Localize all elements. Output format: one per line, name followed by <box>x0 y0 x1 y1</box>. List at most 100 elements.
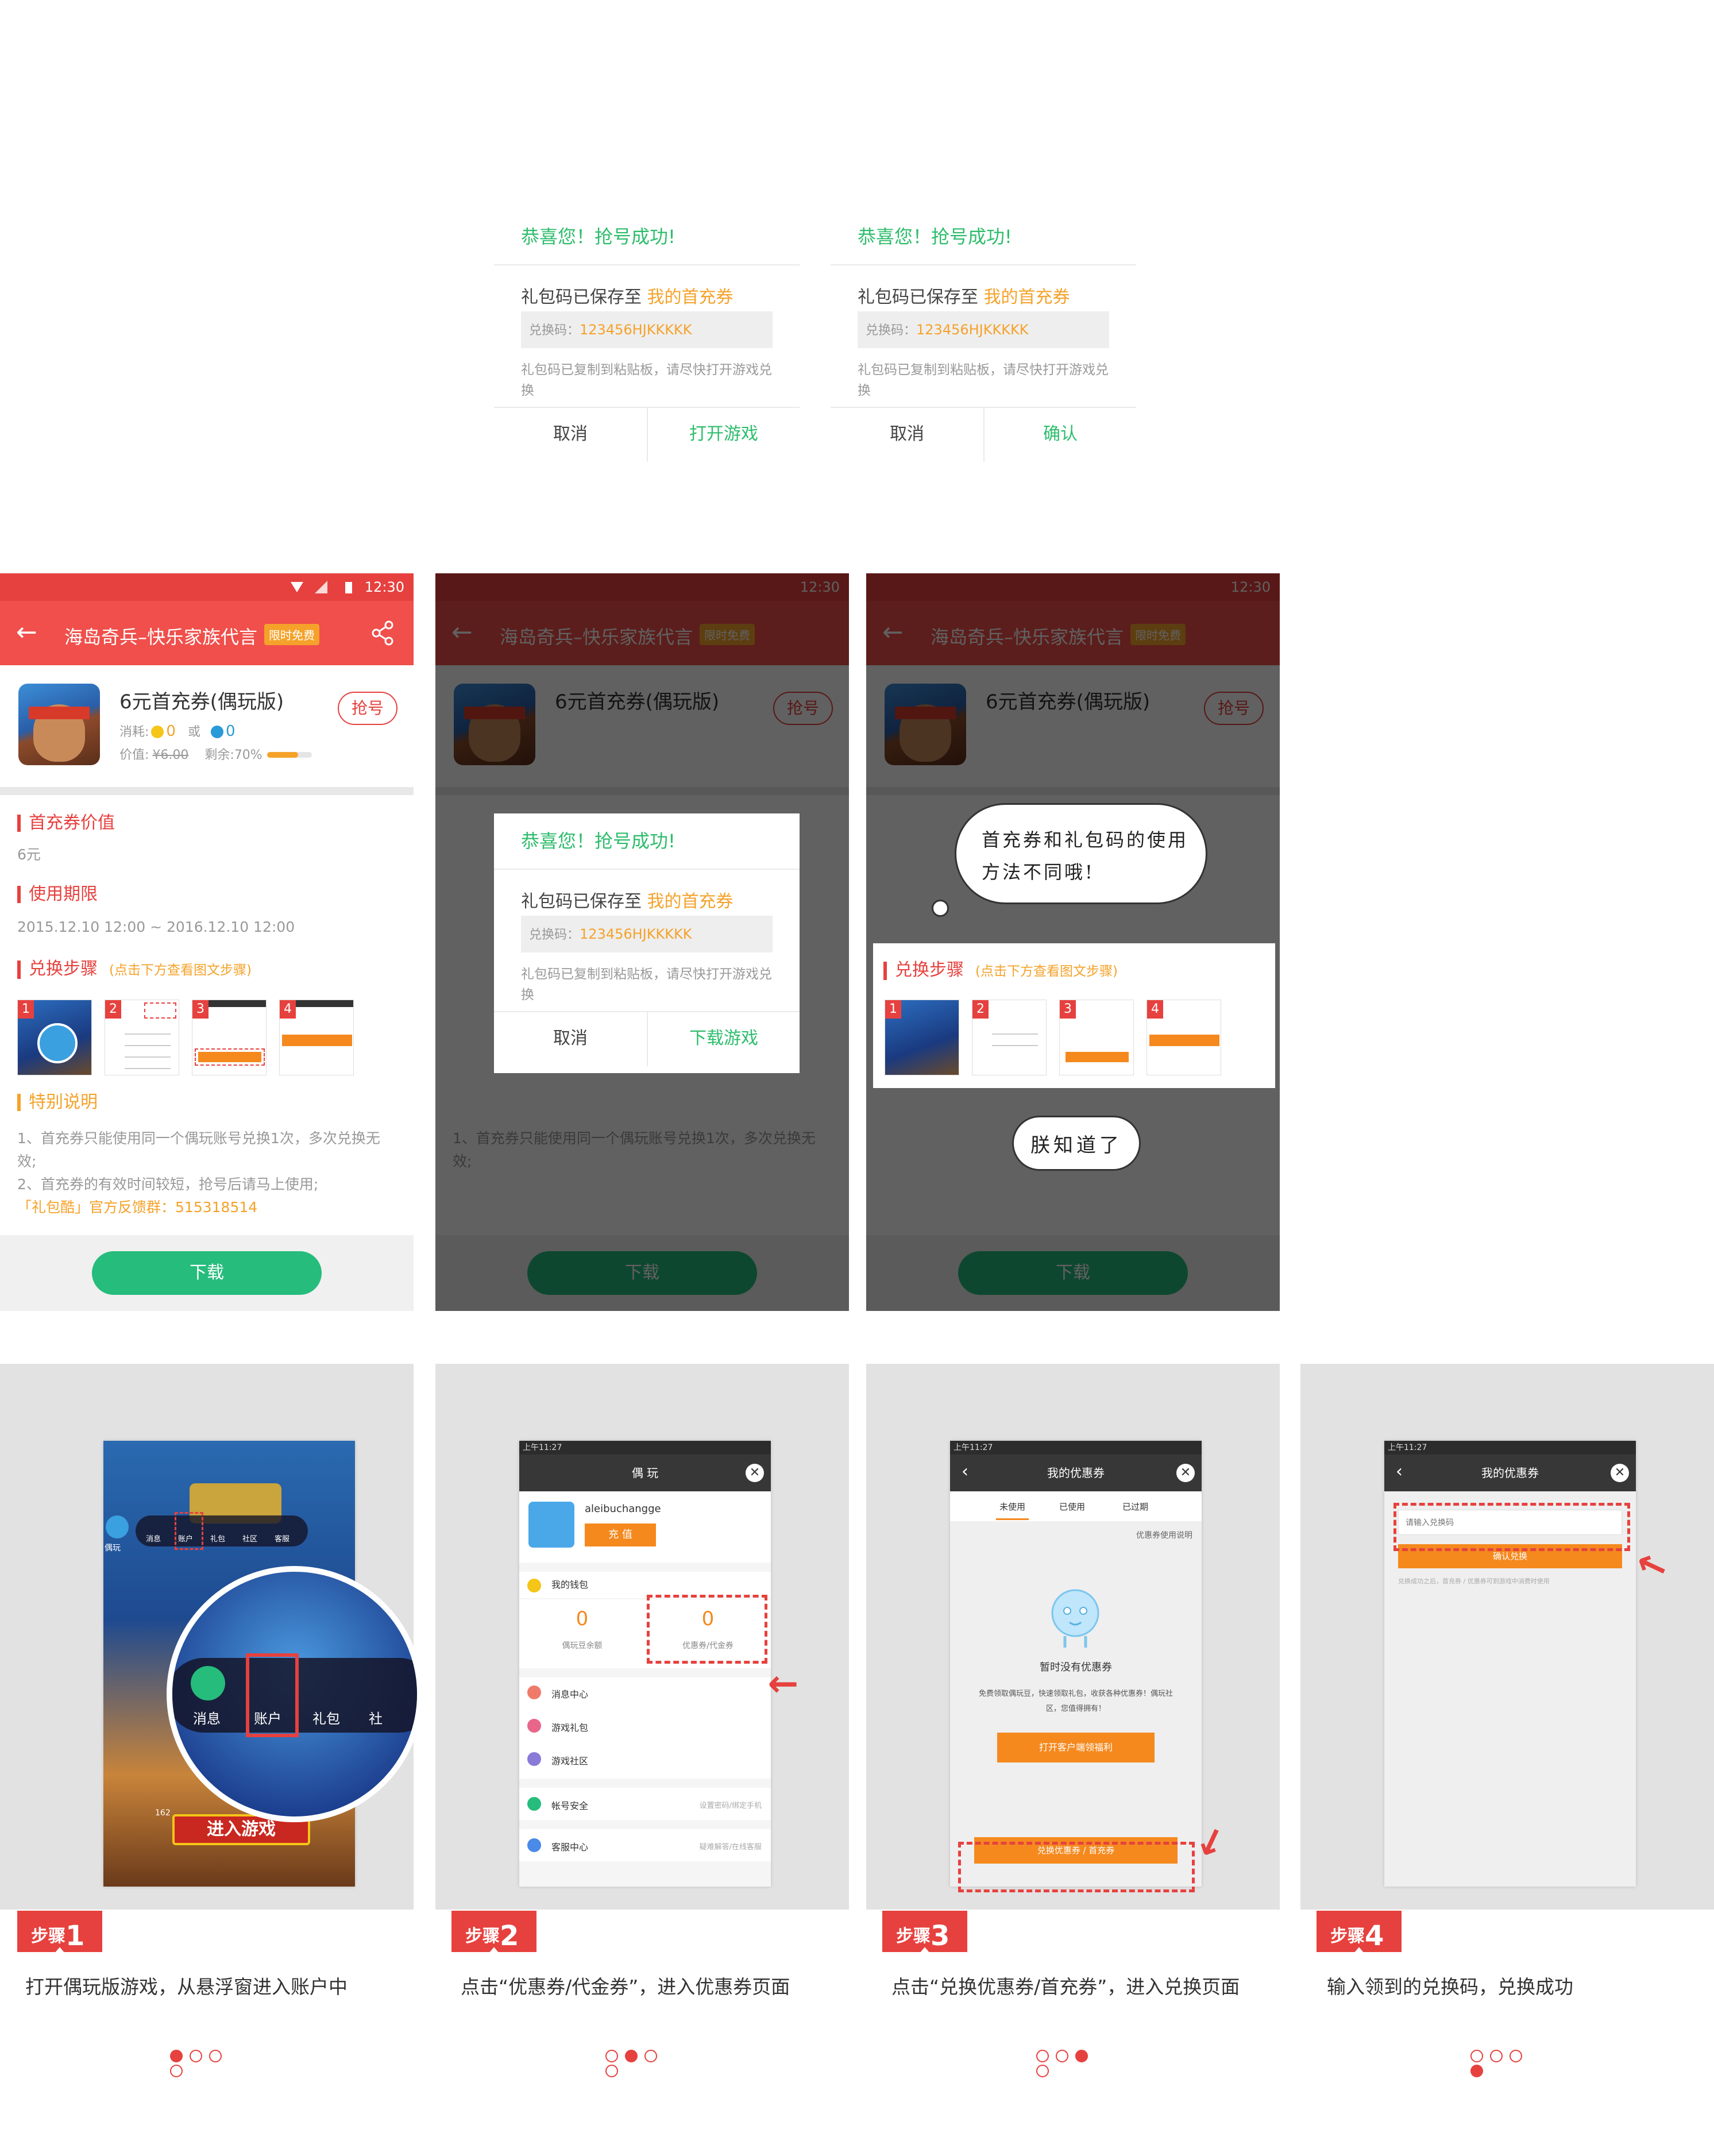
back-arrow-icon[interactable]: ← <box>16 618 37 647</box>
cancel-button[interactable]: 取消 <box>494 1011 647 1066</box>
step-badge-2: 步骤2 <box>451 1911 536 1957</box>
pager-dot[interactable] <box>1490 2050 1503 2062</box>
security-row[interactable]: 帐号安全 设置密码/绑定手机 <box>519 1788 771 1820</box>
float-menu-item[interactable]: 礼包 <box>312 1707 340 1727</box>
tip-line-2: 方法不同哦! <box>982 861 1095 883</box>
code-box[interactable]: 兑换码：123456HJKKKKK <box>521 916 773 952</box>
my-coupon-link[interactable]: 我的首充券 <box>984 287 1070 307</box>
download-game-button[interactable]: 下载游戏 <box>648 1011 800 1066</box>
step-thumbnail-1[interactable]: 1 <box>885 1000 959 1075</box>
open-client-button[interactable]: 打开客户端领福利 <box>997 1733 1155 1762</box>
service-row[interactable]: 客服中心 疑难解答/在线客服 <box>519 1829 771 1861</box>
tut-status-bar: 上午11:27 <box>950 1441 1202 1455</box>
menu-item-messages[interactable]: 消息中心 <box>551 1687 588 1700</box>
modal-overlay[interactable] <box>866 573 1280 1311</box>
service-icon <box>527 1838 541 1852</box>
confirm-button[interactable]: 确认 <box>985 407 1136 462</box>
status-time: 12:30 <box>364 579 404 595</box>
step2-screenshot: 上午11:27 偶 玩 ✕ aleibuchangge 充 值 我的钱包 0 偶… <box>519 1441 771 1887</box>
got-it-button[interactable]: 朕知道了 <box>1012 1116 1141 1171</box>
pager-dot[interactable] <box>605 2065 618 2077</box>
float-menu-item[interactable]: 社 <box>369 1707 383 1727</box>
step-thumbnail-4[interactable]: 4 <box>279 1000 354 1075</box>
divider <box>494 264 800 265</box>
step-caption-3: 点击“兑换优惠券/首充券”，进入兑换页面 <box>891 1976 1240 1998</box>
tab-unused[interactable]: 未使用 <box>996 1501 1029 1520</box>
pager-dot[interactable] <box>1510 2050 1522 2062</box>
step-thumbnail-4[interactable]: 4 <box>1146 1000 1221 1075</box>
back-arrow-icon[interactable]: ‹ <box>1396 1460 1403 1483</box>
share-icon[interactable] <box>371 620 394 646</box>
zoom-magnifier: 消息 账户 礼包 社 <box>167 1566 423 1822</box>
service-hint: 疑难解答/在线客服 <box>699 1843 762 1852</box>
step-thumbnail-3[interactable]: 3 <box>1059 1000 1134 1075</box>
menu-item-gifts[interactable]: 游戏礼包 <box>551 1720 588 1734</box>
dialog-title: 恭喜您！抢号成功! <box>521 226 675 248</box>
security-hint: 设置密码/绑定手机 <box>699 1802 762 1810</box>
step3-screenshot: 上午11:27 我的优惠券 ‹ ✕ 未使用 已使用 已过期 优惠券使用说明 暂时… <box>950 1441 1202 1887</box>
pager-dot[interactable] <box>170 2050 183 2062</box>
pager-dot[interactable] <box>1036 2065 1049 2077</box>
redeem-hint: 兑换成功之后，首充券 / 优惠券可到游戏中消费时使用 <box>1398 1578 1550 1585</box>
float-menu-item[interactable]: 客服 <box>275 1533 289 1544</box>
pager-dot[interactable] <box>1470 2050 1483 2062</box>
tab-used[interactable]: 已使用 <box>1059 1501 1085 1513</box>
feedback-group: 「礼包酷」官方反馈群：515318514 <box>17 1199 258 1216</box>
float-menu-item[interactable]: 消息 <box>193 1707 221 1727</box>
section-special-title: 特别说明 <box>17 1094 98 1111</box>
download-button[interactable]: 下载 <box>92 1251 322 1295</box>
pager-dot[interactable] <box>209 2050 222 2062</box>
pager-dot[interactable] <box>1056 2050 1068 2062</box>
tut-title: 我的优惠券 <box>1384 1455 1636 1491</box>
step-thumbnail-1[interactable]: 1 <box>17 1000 92 1075</box>
step-caption-1: 打开偶玩版游戏，从悬浮窗进入账户中 <box>25 1976 348 1998</box>
recharge-button[interactable]: 充 值 <box>585 1524 656 1546</box>
float-menu-item[interactable]: 社区 <box>242 1533 257 1544</box>
close-icon[interactable]: ✕ <box>1176 1464 1195 1482</box>
back-arrow-icon[interactable]: ‹ <box>962 1460 968 1483</box>
game-info: 6元首充券(偶玩版) 消耗: 0 或 0 价值: ¥6.00 剩余:70% 抢号 <box>0 665 414 787</box>
success-dialog-confirm: 恭喜您！抢号成功! 礼包码已保存至 我的首充券 兑换码：123456HJKKKK… <box>831 209 1136 469</box>
pager-dot[interactable] <box>605 2050 618 2062</box>
my-coupon-link[interactable]: 我的首充券 <box>647 892 734 912</box>
balance-value: 0 <box>576 1607 589 1630</box>
float-menu-item[interactable]: 礼包 <box>210 1533 225 1544</box>
grab-code-button[interactable]: 抢号 <box>338 692 397 725</box>
message-icon <box>527 1686 541 1699</box>
gold-coin-icon <box>151 726 164 738</box>
code-box[interactable]: 兑换码：123456HJKKKKK <box>858 311 1109 348</box>
cancel-button[interactable]: 取消 <box>494 407 647 462</box>
pager-dot[interactable] <box>644 2050 657 2062</box>
pager-dot[interactable] <box>1075 2050 1088 2062</box>
tut-status-bar: 上午11:27 <box>1384 1441 1636 1455</box>
section-steps-title: 兑换步骤 (点击下方查看图文步骤) <box>17 961 252 979</box>
my-coupon-link[interactable]: 我的首充券 <box>647 287 734 307</box>
cancel-button[interactable]: 取消 <box>831 407 983 462</box>
coupon-detail-screen-tip: 12:30 ← 海岛奇兵–快乐家族代言 限时免费 6元首充券(偶玩版) 抢号 下… <box>866 573 1280 1311</box>
menu-item-community[interactable]: 游戏社区 <box>551 1753 588 1767</box>
username: aleibuchangge <box>585 1503 661 1515</box>
dialog-message: 礼包码已保存至 我的首充券 <box>521 287 734 307</box>
highlight-box <box>175 1512 203 1550</box>
pager-dot[interactable] <box>625 2050 638 2062</box>
float-ball-icon[interactable] <box>106 1515 129 1538</box>
step-thumbnail-3[interactable]: 3 <box>192 1000 267 1075</box>
code-box[interactable]: 兑换码：123456HJKKKKK <box>521 311 773 348</box>
blue-coin-icon <box>210 726 223 738</box>
pager-dot[interactable] <box>190 2050 202 2062</box>
step-thumbnail-2[interactable]: 2 <box>105 1000 179 1075</box>
dialog-title: 恭喜您！抢号成功! <box>858 226 1012 248</box>
close-icon[interactable]: ✕ <box>1611 1464 1629 1482</box>
pager-dot[interactable] <box>1470 2065 1483 2077</box>
tab-expired[interactable]: 已过期 <box>1122 1501 1148 1513</box>
float-menu-item[interactable]: 消息 <box>146 1533 161 1544</box>
pager-dot[interactable] <box>170 2065 183 2077</box>
open-game-button[interactable]: 打开游戏 <box>648 407 800 462</box>
coupon-help-link[interactable]: 优惠券使用说明 <box>1136 1529 1192 1541</box>
coupon-detail-screen-dialog: 12:30 ← 海岛奇兵–快乐家族代言 限时免费 6元首充券(偶玩版) 抢号 1… <box>435 573 849 1311</box>
close-icon[interactable]: ✕ <box>746 1464 764 1482</box>
coupon-name: 6元首充券(偶玩版) <box>119 691 284 713</box>
step-caption-4: 输入领到的兑换码，兑换成功 <box>1327 1976 1573 1998</box>
pager-dot[interactable] <box>1036 2050 1049 2062</box>
step-thumbnail-2[interactable]: 2 <box>972 1000 1047 1075</box>
